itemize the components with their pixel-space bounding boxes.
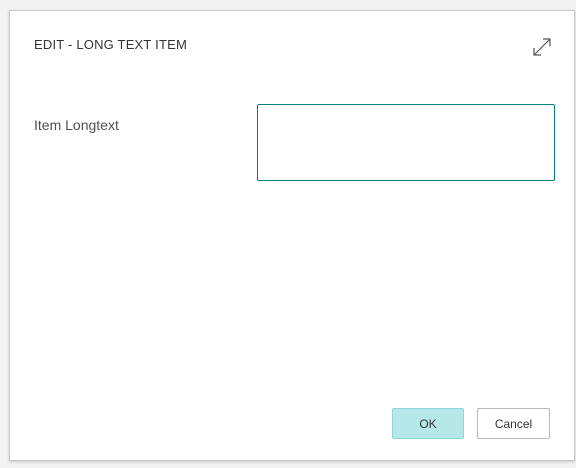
ok-button[interactable]: OK — [392, 408, 464, 439]
item-longtext-label: Item Longtext — [34, 117, 119, 133]
dialog-title: EDIT - LONG TEXT ITEM — [34, 37, 188, 52]
expand-icon[interactable] — [530, 35, 554, 59]
edit-long-text-dialog: EDIT - LONG TEXT ITEM Item Longtext OK C… — [9, 10, 575, 461]
cancel-button[interactable]: Cancel — [477, 408, 550, 439]
item-longtext-input[interactable] — [257, 104, 555, 181]
